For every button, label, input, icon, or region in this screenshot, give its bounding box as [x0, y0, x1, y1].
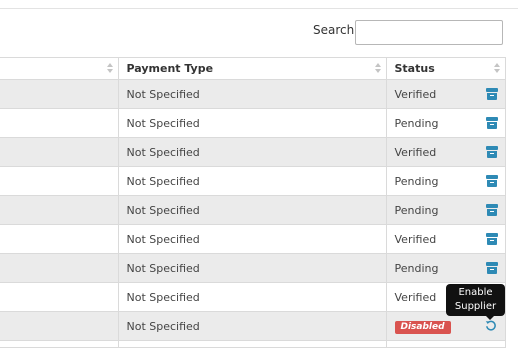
table-row: Not Specified Disabled	[0, 311, 506, 341]
table-row: Not Specified Pending	[0, 253, 506, 283]
status-cell: Pending	[386, 195, 506, 225]
status-cell: Verified	[386, 137, 506, 167]
status-cell: Pending	[386, 253, 506, 283]
search-label: Search:	[313, 23, 359, 37]
payment-type-cell: Not Specified	[118, 166, 387, 196]
tooltip-arrow	[486, 316, 494, 320]
status-cell	[386, 340, 506, 348]
table-row: Not Specified Verified	[0, 79, 506, 109]
sort-icon	[106, 63, 113, 75]
status-badge: Disabled	[394, 320, 451, 334]
status-text: Pending	[394, 174, 439, 188]
sort-icon	[374, 63, 381, 75]
top-divider	[0, 8, 518, 9]
search-input[interactable]	[355, 20, 503, 45]
payment-type-cell: Not Specified	[118, 108, 387, 138]
status-cell: Pending	[386, 166, 506, 196]
enable-supplier-tooltip: Enable Supplier	[446, 284, 505, 316]
status-cell: Pending	[386, 108, 506, 138]
table-row	[0, 340, 506, 348]
name-cell	[0, 137, 119, 167]
name-cell	[0, 195, 119, 225]
status-cell: Verified	[386, 224, 506, 254]
column-header-name[interactable]	[0, 57, 119, 80]
status-text: Verified	[394, 87, 437, 101]
name-cell	[0, 79, 119, 109]
archive-icon[interactable]	[485, 146, 498, 158]
table-row: Not Specified Verified	[0, 137, 506, 167]
payment-type-cell: Not Specified	[118, 282, 387, 312]
payment-type-cell	[118, 340, 387, 348]
name-cell	[0, 340, 119, 348]
payment-type-cell: Not Specified	[118, 311, 387, 341]
name-cell	[0, 282, 119, 312]
name-cell	[0, 224, 119, 254]
table-header-row: Payment Type Status	[0, 57, 506, 80]
column-header-label: Payment Type	[126, 62, 214, 75]
archive-icon[interactable]	[485, 117, 498, 129]
sort-icon	[493, 63, 500, 75]
column-header-status[interactable]: Status	[386, 57, 506, 80]
name-cell	[0, 166, 119, 196]
archive-icon[interactable]	[485, 262, 498, 274]
name-cell	[0, 253, 119, 283]
payment-type-cell: Not Specified	[118, 253, 387, 283]
status-text: Verified	[394, 145, 437, 159]
payment-type-cell: Not Specified	[118, 79, 387, 109]
column-header-payment-type[interactable]: Payment Type	[118, 57, 387, 80]
status-text: Verified	[394, 290, 437, 304]
table-row: Not Specified Pending	[0, 108, 506, 138]
payment-type-cell: Not Specified	[118, 195, 387, 225]
status-cell: Verified	[386, 79, 506, 109]
suppliers-table: Payment Type Status Not Specified Verifi…	[0, 57, 506, 348]
table-row: Not Specified Verified	[0, 282, 506, 312]
payment-type-cell: Not Specified	[118, 224, 387, 254]
name-cell	[0, 108, 119, 138]
tooltip-line: Supplier	[454, 301, 497, 312]
payment-type-cell: Not Specified	[118, 137, 387, 167]
tooltip-line: Enable	[458, 287, 493, 298]
column-header-label: Status	[394, 62, 435, 75]
archive-icon[interactable]	[485, 204, 498, 216]
status-text: Verified	[394, 232, 437, 246]
status-text: Pending	[394, 116, 439, 130]
restore-icon[interactable]	[485, 320, 497, 332]
table-row: Not Specified Verified	[0, 224, 506, 254]
table-row: Not Specified Pending	[0, 195, 506, 225]
status-text: Pending	[394, 203, 439, 217]
table-row: Not Specified Pending	[0, 166, 506, 196]
archive-icon[interactable]	[485, 233, 498, 245]
status-text: Pending	[394, 261, 439, 275]
name-cell	[0, 311, 119, 341]
archive-icon[interactable]	[485, 88, 498, 100]
archive-icon[interactable]	[485, 175, 498, 187]
